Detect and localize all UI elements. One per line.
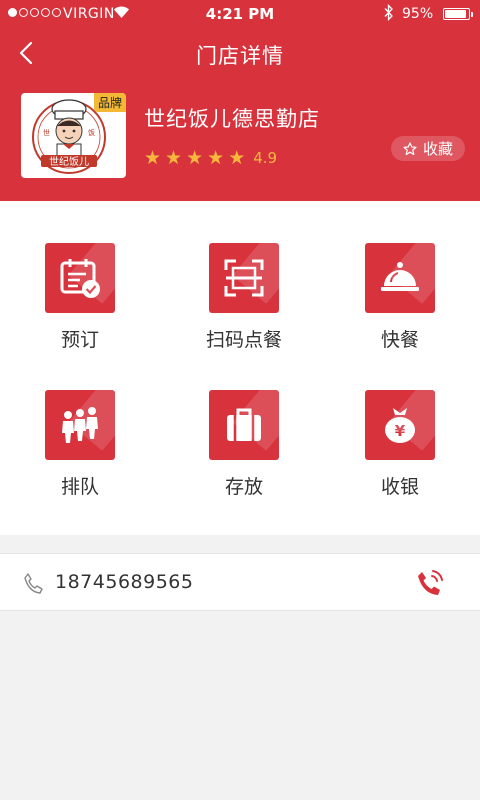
service-label: 扫码点餐 (205, 329, 282, 351)
star-icon: ★ (186, 147, 204, 169)
star-outline-icon (403, 141, 417, 155)
favorite-label: 收藏 (422, 140, 453, 158)
money-bag-icon: ¥ (365, 390, 435, 460)
cloche-icon (365, 243, 435, 313)
service-storage[interactable]: 存放 (174, 390, 314, 499)
service-reservation[interactable]: 预订 (10, 243, 150, 352)
battery-percent: 95% (402, 6, 434, 22)
svg-text:世纪饭儿: 世纪饭儿 (49, 156, 89, 168)
store-logo: 世纪饭儿 世 饭 品牌 (21, 93, 126, 178)
star-icon: ★ (207, 147, 225, 169)
svg-text:世: 世 (43, 128, 50, 137)
service-label: 存放 (224, 476, 263, 498)
svg-text:¥: ¥ (395, 422, 406, 440)
queue-people-icon (45, 390, 115, 460)
bluetooth-icon (384, 3, 394, 25)
service-scan-order[interactable]: 扫码点餐 (174, 243, 314, 352)
page-title: 门店详情 (196, 44, 284, 68)
phone-call-icon (418, 570, 443, 595)
store-header: VIRGIN 4:21 PM 95% 门店详情 世纪饭儿 世 饭 品牌 世纪饭儿… (0, 0, 480, 201)
rating-value: 4.9 (253, 149, 278, 167)
service-cashier[interactable]: ¥ 收银 (330, 390, 470, 499)
favorite-button[interactable]: 收藏 (391, 136, 465, 161)
services-grid: 预订 扫码点餐 快餐 排队 存放 ¥ 收银 (0, 201, 480, 535)
star-icon: ★ (228, 147, 246, 169)
service-label: 快餐 (380, 329, 419, 351)
status-bar: VIRGIN 4:21 PM 95% (0, 0, 480, 28)
store-name: 世纪饭儿德思勤店 (144, 107, 320, 131)
service-queue[interactable]: 排队 (10, 390, 150, 499)
battery-icon (443, 8, 473, 20)
service-label: 预订 (60, 329, 99, 351)
service-fast-food[interactable]: 快餐 (330, 243, 470, 352)
scan-icon (209, 243, 279, 313)
svg-text:饭: 饭 (88, 128, 95, 137)
service-label: 排队 (60, 476, 99, 498)
phone-icon (23, 572, 43, 598)
brand-badge: 品牌 (93, 93, 126, 112)
call-button[interactable] (415, 568, 445, 598)
store-rating: ★ ★ ★ ★ ★ 4.9 (144, 148, 277, 168)
phone-row: 18745689565 (0, 553, 480, 611)
calendar-check-icon (45, 243, 115, 313)
service-label: 收银 (380, 476, 419, 498)
phone-number: 18745689565 (55, 571, 194, 593)
luggage-icon (209, 390, 279, 460)
star-icon: ★ (144, 147, 162, 169)
star-icon: ★ (165, 147, 183, 169)
